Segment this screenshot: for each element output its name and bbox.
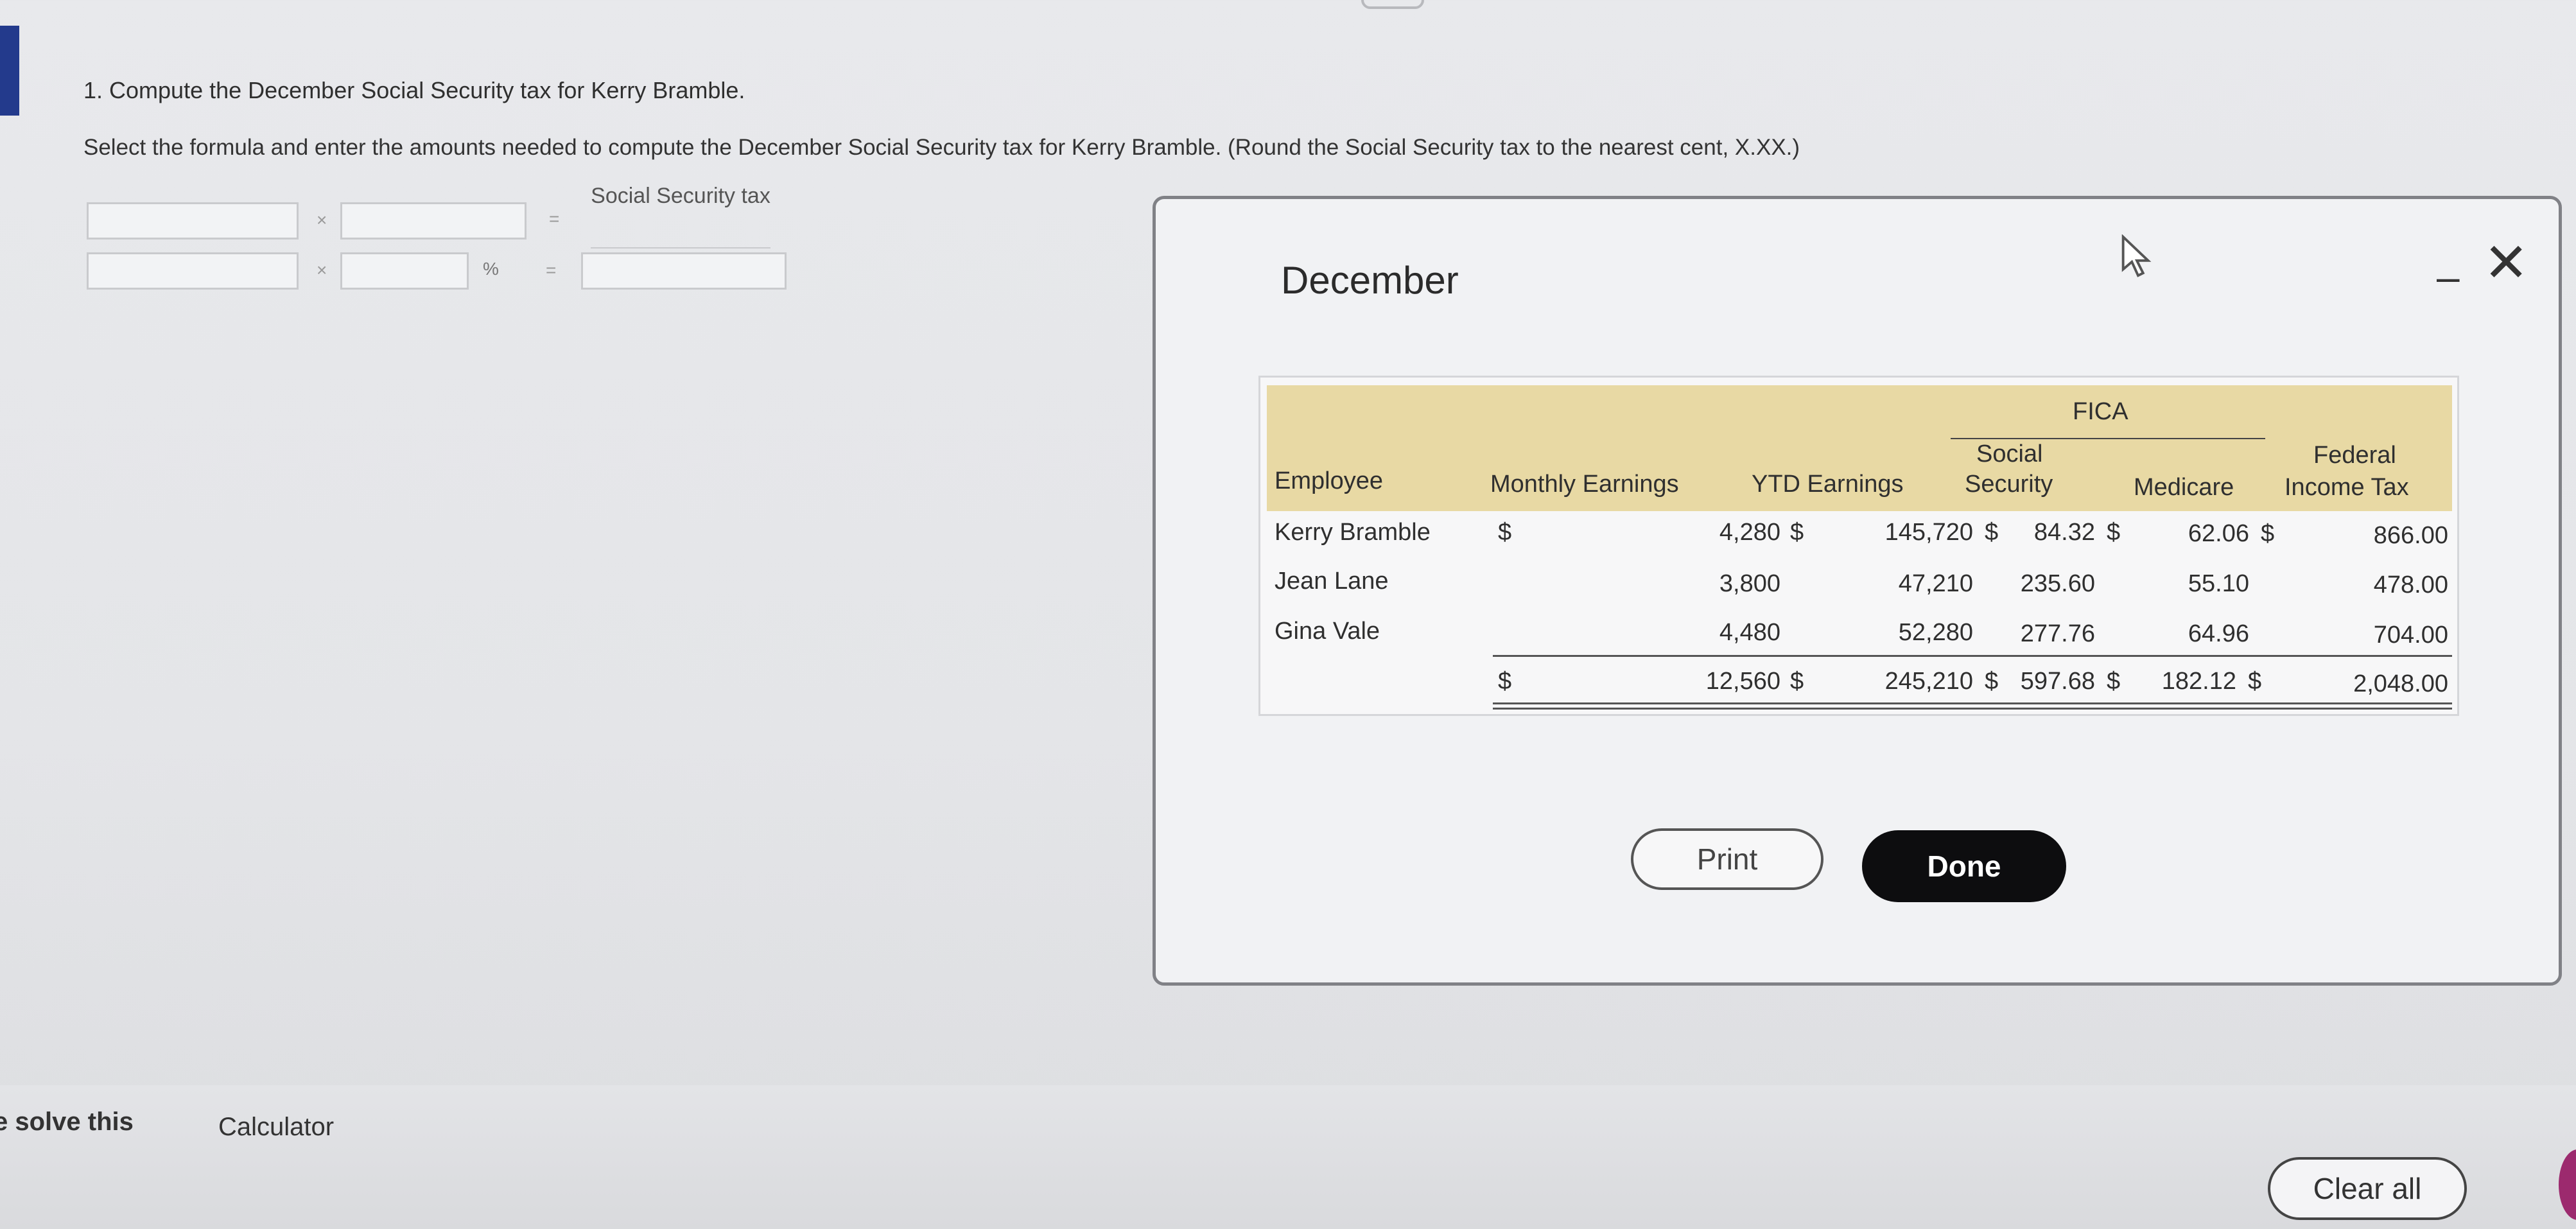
row-ytd-earnings: 47,210 [1898,570,1973,597]
row-social-security: 84.32 [2033,519,2095,546]
top-tab-handle [1361,0,1424,9]
row-medicare: 55.10 [2188,570,2249,597]
dialog-title: December [1281,259,1459,302]
row-employee: Jean Lane [1275,568,1389,595]
total-medicare: 182.12 [2161,668,2236,695]
total-fed-prefix: $ [2248,668,2262,695]
row-monthly-earnings: 4,280 [1719,519,1780,546]
row-monthly-earnings: 3,800 [1719,570,1780,597]
formula-rate-input[interactable] [340,252,469,290]
done-button[interactable]: Done [1862,830,2066,902]
times-operator: × [317,210,327,230]
double-underline-top [1493,702,2452,704]
fica-header-rule [1951,438,2265,439]
close-icon[interactable]: ✕ [2484,231,2528,294]
calculator-link[interactable]: Calculator [218,1113,334,1142]
result-divider [591,247,770,248]
formula-area: × = Social Security tax × % = [83,183,790,305]
row-med-prefix: $ [2107,519,2121,546]
left-accent-bar [0,26,19,116]
clear-all-button[interactable]: Clear all [2268,1157,2467,1220]
times-operator: × [317,260,327,280]
header-monthly-earnings: Monthly Earnings [1490,471,1679,498]
equals-operator: = [546,260,557,280]
payroll-table: FICA Social Federal Employee Monthly Ear… [1258,376,2459,716]
row-monthly-earnings: 4,480 [1719,619,1780,646]
total-rule [1493,655,2452,657]
row-employee: Kerry Bramble [1275,519,1431,546]
header-federal: Federal [2313,442,2396,469]
question-title: 1. Compute the December Social Security … [83,77,745,103]
row-fed-prefix: $ [2261,520,2275,547]
row-social-security: 235.60 [2020,570,2095,597]
row-federal-income-tax: 866.00 [2373,522,2448,549]
total-ss-prefix: $ [1985,668,1999,695]
help-solve-link[interactable]: e solve this [0,1108,134,1137]
total-ytd-earnings: 245,210 [1884,668,1973,695]
header-income-tax: Income Tax [2284,474,2409,501]
row-ytd-earnings: 52,280 [1898,619,1973,646]
row-social-security: 277.76 [2020,620,2095,647]
december-payroll-dialog: December – ✕ FICA Social Federal Employe… [1153,196,2562,986]
header-ytd-earnings: YTD Earnings [1752,471,1904,498]
row-ytd-prefix: $ [1790,519,1804,546]
fica-group-header: FICA [2073,398,2128,425]
formula-row1-input2[interactable] [340,202,527,240]
question-instructions: Select the formula and enter the amounts… [83,135,1800,160]
row-monthly-prefix: $ [1498,519,1512,546]
header-medicare: Medicare [2134,474,2234,501]
minimize-icon[interactable]: – [2437,253,2460,301]
percent-symbol: % [483,259,499,279]
total-ytd-prefix: $ [1790,668,1804,695]
social-security-tax-input[interactable] [581,252,787,290]
header-social: Social [1976,440,2043,467]
total-med-prefix: $ [2107,668,2121,695]
header-security: Security [1965,471,2053,498]
row-ss-prefix: $ [1985,519,1999,546]
total-monthly-earnings: 12,560 [1705,668,1780,695]
print-button[interactable]: Print [1631,828,1823,890]
row-federal-income-tax: 704.00 [2373,622,2448,649]
formula-row2-input1[interactable] [87,252,299,290]
row-medicare: 62.06 [2188,520,2249,547]
total-social-security: 597.68 [2020,668,2095,695]
total-monthly-prefix: $ [1498,668,1512,695]
formula-row1-input1[interactable] [87,202,299,240]
row-ytd-earnings: 145,720 [1884,519,1973,546]
footer-bar [0,1085,2576,1229]
row-federal-income-tax: 478.00 [2373,571,2448,598]
double-underline-bottom [1493,708,2452,710]
header-employee: Employee [1275,467,1383,494]
equals-operator: = [549,209,560,229]
row-employee: Gina Vale [1275,618,1380,645]
social-security-tax-label: Social Security tax [591,184,770,208]
mouse-cursor-icon [2121,234,2152,277]
row-medicare: 64.96 [2188,620,2249,647]
total-federal-income-tax: 2,048.00 [2353,670,2448,697]
